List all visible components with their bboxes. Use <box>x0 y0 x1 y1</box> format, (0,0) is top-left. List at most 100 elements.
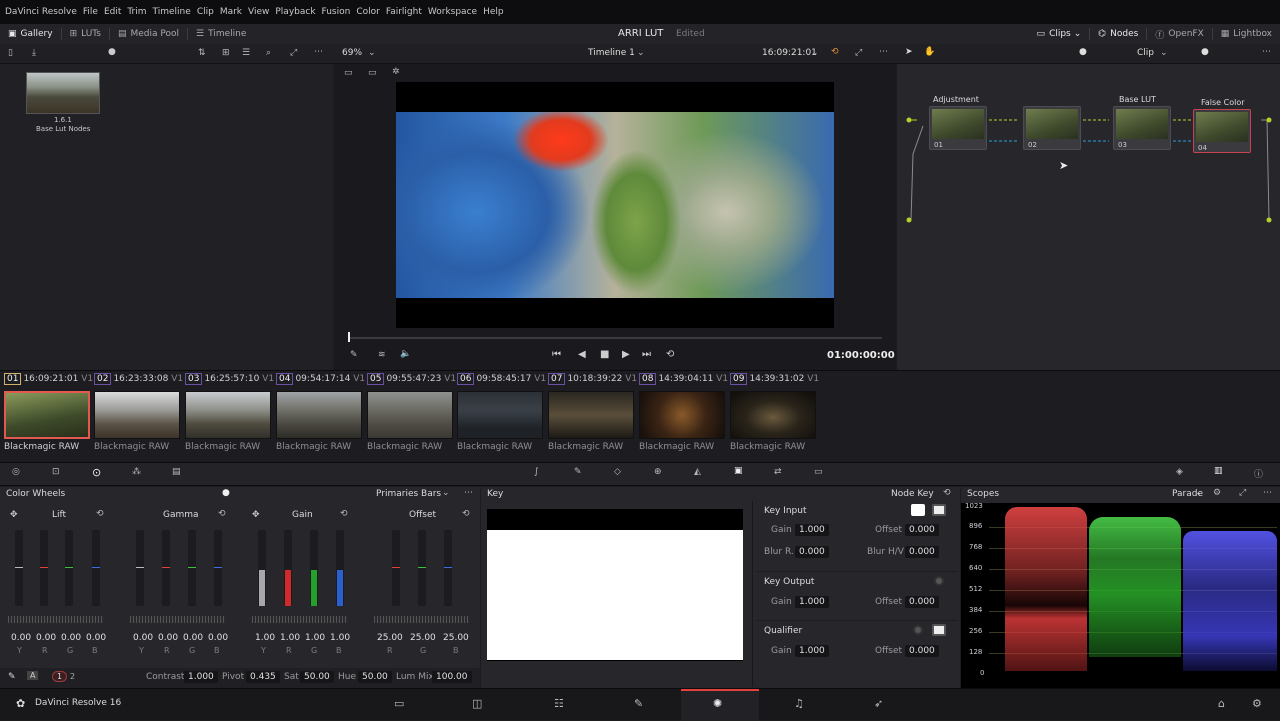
chevron-down-icon[interactable]: ⌄ <box>442 488 450 498</box>
menu-app[interactable]: DaVinci Resolve <box>5 7 77 17</box>
fusion-page-icon[interactable]: ✎ <box>634 697 643 710</box>
lift-r-value[interactable]: 0.00 <box>36 633 56 643</box>
gamma-g-value[interactable]: 0.00 <box>183 633 203 643</box>
media-page-icon[interactable]: ▭ <box>394 697 404 710</box>
menu-fusion[interactable]: Fusion <box>322 7 351 17</box>
tab-media-pool[interactable]: ▤ Media Pool <box>110 24 187 44</box>
menu-edit[interactable]: Edit <box>104 7 121 17</box>
list-view-icon[interactable]: ☰ <box>242 48 250 58</box>
more-options-icon[interactable]: ⋯ <box>314 47 323 57</box>
page-2-button[interactable]: 2 <box>70 672 75 681</box>
wipe-icon[interactable]: ▭ <box>344 68 353 78</box>
key-output-offset-field[interactable]: 0.000 <box>905 596 939 608</box>
grab-still-icon[interactable]: ⤓ <box>32 48 36 58</box>
wheels-mode[interactable]: Primaries Bars <box>376 489 441 499</box>
gamma-b-bar[interactable] <box>214 530 222 606</box>
gamma-y-bar[interactable] <box>136 530 144 606</box>
playhead[interactable] <box>348 332 350 342</box>
lift-b-bar[interactable] <box>92 530 100 606</box>
lift-y-value[interactable]: 0.00 <box>11 633 31 643</box>
tab-clips[interactable]: ▭ Clips ⌄ <box>1029 24 1090 44</box>
gain-r-value[interactable]: 1.00 <box>280 633 300 643</box>
stop-icon[interactable]: ■ <box>600 349 609 360</box>
chevron-down-icon[interactable]: ⌄ <box>1160 48 1168 58</box>
tab-openfx[interactable]: ⓕ OpenFX <box>1147 24 1211 44</box>
tracker-icon[interactable]: ⊕ <box>654 467 662 477</box>
menu-file[interactable]: File <box>83 7 98 17</box>
offset-r-value[interactable]: 25.00 <box>377 633 403 643</box>
menu-clip[interactable]: Clip <box>197 7 214 17</box>
color-match-icon[interactable]: ⊡ <box>52 467 60 477</box>
offset-master-wheel[interactable] <box>374 616 470 623</box>
key-output-toggle-icon[interactable] <box>934 576 944 586</box>
gamma-y-value[interactable]: 0.00 <box>133 633 153 643</box>
chevron-down-icon[interactable]: ⌄ <box>811 48 819 58</box>
zoom-level[interactable]: 69% <box>342 48 362 58</box>
offset-r-bar[interactable] <box>392 530 400 606</box>
reset-icon[interactable]: ⟲ <box>340 509 348 519</box>
more-options-icon[interactable]: ⋯ <box>879 47 888 57</box>
menu-fairlight[interactable]: Fairlight <box>386 7 422 17</box>
contrast-field[interactable]: 1.000 <box>184 671 218 683</box>
node-zoom-handle[interactable]: ● <box>1079 47 1087 57</box>
qualifier-offset-field[interactable]: 0.000 <box>905 645 939 657</box>
clip-thumbnail[interactable] <box>94 391 180 439</box>
auto-balance-icon[interactable]: ✎ <box>8 672 16 682</box>
tab-lightbox[interactable]: ▦ Lightbox <box>1213 24 1280 44</box>
pivot-field[interactable]: 0.435 <box>246 671 280 683</box>
reset-icon[interactable]: ⟲ <box>218 509 226 519</box>
settings-icon[interactable]: ⚙ <box>1213 488 1221 498</box>
fullscreen-icon[interactable]: ⤢ <box>855 48 862 58</box>
color-page-tab[interactable]: ✺ <box>681 689 759 721</box>
lummix-field[interactable]: 100.00 <box>432 671 472 683</box>
settings-icon[interactable]: ⚙ <box>1252 697 1262 710</box>
edit-page-icon[interactable]: ☷ <box>554 697 564 710</box>
key-input-invert-icon[interactable] <box>932 504 946 516</box>
offset-g-value[interactable]: 25.00 <box>410 633 436 643</box>
clip-thumbnail[interactable] <box>457 391 543 439</box>
gamma-r-value[interactable]: 0.00 <box>158 633 178 643</box>
node-01[interactable]: 01 <box>929 106 987 150</box>
clip-thumbnail[interactable] <box>639 391 725 439</box>
key-input-gain-field[interactable]: 1.000 <box>795 524 829 536</box>
chevron-down-icon[interactable]: ⌄ <box>1195 488 1203 498</box>
gain-y-value[interactable]: 1.00 <box>255 633 275 643</box>
more-options-icon[interactable]: ⋯ <box>1263 488 1272 498</box>
hue-field[interactable]: 50.00 <box>358 671 392 683</box>
node-02[interactable]: 02 <box>1023 106 1081 150</box>
layers-icon[interactable]: ≋ <box>378 350 386 360</box>
reset-icon[interactable]: ⟲ <box>462 509 470 519</box>
zoom-slider-handle[interactable]: ● <box>108 47 116 57</box>
play-icon[interactable]: ▶ <box>622 349 630 360</box>
menu-help[interactable]: Help <box>483 7 504 17</box>
offset-b-value[interactable]: 25.00 <box>443 633 469 643</box>
motion-effects-icon[interactable]: ▤ <box>172 467 181 477</box>
more-options-icon[interactable]: ⋯ <box>1262 47 1271 57</box>
clip-thumbnail[interactable] <box>185 391 271 439</box>
gain-g-bar[interactable] <box>310 530 318 606</box>
key-input-offset-field[interactable]: 0.000 <box>905 524 939 536</box>
pointer-icon[interactable]: ➤ <box>905 47 913 57</box>
qualifier-gain-field[interactable]: 1.000 <box>795 645 829 657</box>
viewer-frame[interactable] <box>396 82 834 328</box>
gain-b-value[interactable]: 1.00 <box>330 633 350 643</box>
fairlight-page-icon[interactable]: ♫ <box>794 697 804 710</box>
menu-workspace[interactable]: Workspace <box>428 7 477 17</box>
offset-b-bar[interactable] <box>444 530 452 606</box>
auto-icon[interactable]: A <box>27 671 39 680</box>
gamma-b-value[interactable]: 0.00 <box>208 633 228 643</box>
loop-icon[interactable]: ⟲ <box>666 349 674 360</box>
search-icon[interactable]: ⌕ <box>266 48 271 58</box>
eyedropper-icon[interactable]: ✎ <box>350 350 358 360</box>
qualifier-icon[interactable]: ✎ <box>574 467 582 477</box>
gamma-r-bar[interactable] <box>162 530 170 606</box>
gamma-g-bar[interactable] <box>188 530 196 606</box>
chevron-down-icon[interactable]: ⌄ <box>637 48 645 58</box>
key-output-gain-field[interactable]: 1.000 <box>795 596 829 608</box>
expand-icon[interactable]: ⤢ <box>290 48 297 58</box>
gain-g-value[interactable]: 1.00 <box>305 633 325 643</box>
highlight-icon[interactable]: ✲ <box>392 67 400 77</box>
gallery-still-thumbnail[interactable] <box>26 72 100 114</box>
menu-view[interactable]: View <box>248 7 269 17</box>
lift-b-value[interactable]: 0.00 <box>86 633 106 643</box>
